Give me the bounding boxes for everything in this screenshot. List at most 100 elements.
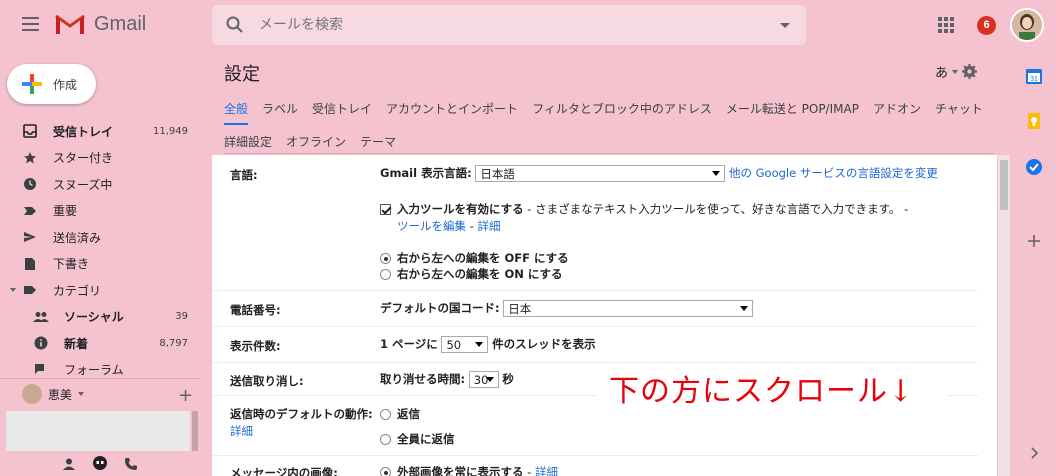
unread-count: 11,949 bbox=[153, 125, 188, 137]
page-size-suffix: 件のスレッドを表示 bbox=[492, 337, 596, 351]
images-radio[interactable] bbox=[380, 467, 391, 476]
settings-scrollbar[interactable] bbox=[998, 155, 1010, 476]
rtl-off-option[interactable]: 右から左への編集を OFF にする bbox=[380, 250, 569, 266]
tab-labels[interactable]: ラベル bbox=[262, 100, 298, 125]
account-avatar[interactable] bbox=[1010, 8, 1044, 42]
notification-badge[interactable]: 6 bbox=[977, 16, 996, 35]
select-arrow-icon bbox=[712, 171, 721, 176]
search-options-chevron-down-icon[interactable] bbox=[780, 23, 790, 28]
chevron-down-icon[interactable] bbox=[952, 69, 959, 74]
sidebar-item-label: 重要 bbox=[53, 204, 78, 219]
sidebar-nav: 受信トレイ 11,949 スター付き スヌーズ中 重要 送信済み 下書き カテゴ… bbox=[0, 118, 200, 383]
sidebar-item-inbox[interactable]: 受信トレイ 11,949 bbox=[0, 118, 200, 145]
sidebar-item-categories[interactable]: カテゴリ bbox=[0, 277, 200, 304]
compose-button[interactable]: 作成 bbox=[7, 64, 96, 104]
rtl-on-radio[interactable] bbox=[380, 269, 391, 280]
important-icon bbox=[22, 203, 38, 219]
sidebar-item-updates[interactable]: 新着 8,797 bbox=[0, 330, 200, 357]
person-icon[interactable] bbox=[62, 457, 76, 471]
scroll-thumb[interactable] bbox=[1000, 160, 1008, 210]
reply-all-label: 全員に返信 bbox=[397, 432, 455, 446]
input-tools-line: 入力ツールを有効にする - さまざまなテキスト入力ツールを使って、好きな言語で入… bbox=[380, 201, 908, 217]
details-link[interactable]: 詳細 bbox=[535, 465, 558, 476]
select-value: 50 bbox=[446, 338, 462, 352]
reply-option[interactable]: 返信 bbox=[380, 406, 420, 422]
main-menu-icon[interactable] bbox=[22, 17, 39, 31]
sidebar-item-label: スヌーズ中 bbox=[53, 177, 113, 192]
chevron-down-icon[interactable] bbox=[78, 392, 85, 396]
reply-label: 返信 bbox=[397, 407, 420, 421]
display-language-line: Gmail 表示言語: 日本語 他の Google サービスの言語設定を変更 bbox=[380, 165, 938, 182]
other-services-language-link[interactable]: 他の Google サービスの言語設定を変更 bbox=[729, 166, 938, 180]
sidebar-item-sent[interactable]: 送信済み bbox=[0, 224, 200, 251]
tab-chat[interactable]: チャット bbox=[935, 100, 983, 125]
title-controls: あ bbox=[935, 62, 978, 81]
country-code-select[interactable]: 日本 bbox=[503, 300, 754, 317]
reply-all-radio[interactable] bbox=[380, 434, 391, 445]
undo-send-select[interactable]: 30 bbox=[468, 371, 499, 388]
details-link[interactable]: 詳細 bbox=[230, 423, 253, 439]
gear-icon[interactable] bbox=[962, 64, 978, 79]
chevron-right-icon[interactable] bbox=[1025, 444, 1043, 462]
rtl-off-radio[interactable] bbox=[380, 253, 391, 264]
undo-send-suffix: 秒 bbox=[502, 372, 514, 386]
avatar bbox=[22, 384, 42, 404]
gmail-m-icon bbox=[55, 14, 85, 34]
tab-accounts-import[interactable]: アカウントとインポート bbox=[386, 100, 518, 125]
add-plus-icon[interactable] bbox=[1025, 232, 1043, 250]
gmail-logo[interactable]: Gmail bbox=[54, 12, 146, 36]
search-bar[interactable] bbox=[212, 5, 806, 45]
hangouts-footer bbox=[0, 452, 200, 476]
sidebar-item-label: 下書き bbox=[53, 257, 90, 272]
images-option[interactable]: 外部画像を常に表示する - 詳細 bbox=[380, 464, 558, 476]
sidebar-item-drafts[interactable]: 下書き bbox=[0, 251, 200, 278]
sidebar-item-label: 送信済み bbox=[53, 230, 102, 245]
rtl-on-option[interactable]: 右から左への編集を ON にする bbox=[380, 266, 563, 282]
add-chat-plus-icon[interactable]: + bbox=[178, 385, 193, 406]
inbox-icon bbox=[22, 123, 38, 139]
input-tools-label: 入力ツールを有効にする bbox=[397, 202, 524, 216]
sidebar-item-snoozed[interactable]: スヌーズ中 bbox=[0, 171, 200, 198]
expand-arrow-icon[interactable] bbox=[10, 288, 16, 293]
hangouts-user[interactable]: 恵美 bbox=[22, 384, 85, 404]
input-tools-checkbox[interactable] bbox=[380, 204, 391, 215]
details-link[interactable]: 詳細 bbox=[477, 219, 500, 233]
star-icon bbox=[22, 150, 38, 166]
keep-icon[interactable] bbox=[1025, 112, 1043, 130]
search-input[interactable] bbox=[259, 17, 759, 33]
reply-all-option[interactable]: 全員に返信 bbox=[380, 431, 455, 447]
calendar-icon[interactable]: 31 bbox=[1025, 67, 1043, 85]
edit-tools-link[interactable]: ツールを編集 bbox=[397, 219, 466, 233]
tab-forwarding-pop-imap[interactable]: メール転送と POP/IMAP bbox=[726, 100, 859, 125]
search-icon[interactable] bbox=[225, 15, 245, 35]
hangouts-user-name: 恵美 bbox=[48, 387, 73, 402]
tasks-icon[interactable] bbox=[1025, 158, 1043, 176]
sidebar-item-important[interactable]: 重要 bbox=[0, 198, 200, 225]
settings-panel: 言語: Gmail 表示言語: 日本語 他の Google サービスの言語設定を… bbox=[212, 155, 997, 476]
sidebar-item-label: ソーシャル bbox=[64, 310, 124, 325]
tab-inbox[interactable]: 受信トレイ bbox=[312, 100, 372, 125]
input-language-toggle[interactable]: あ bbox=[935, 62, 948, 81]
hangouts-scrollbar[interactable] bbox=[192, 411, 198, 451]
select-arrow-icon bbox=[475, 342, 484, 347]
setting-label: 言語: bbox=[230, 168, 258, 182]
select-value: 日本語 bbox=[480, 167, 515, 181]
people-icon bbox=[33, 309, 49, 325]
reply-radio[interactable] bbox=[380, 409, 391, 420]
phone-icon[interactable] bbox=[124, 457, 138, 471]
sidebar-item-starred[interactable]: スター付き bbox=[0, 145, 200, 172]
apps-grid-icon[interactable] bbox=[938, 17, 954, 33]
select-arrow-icon bbox=[740, 306, 749, 311]
hangouts-contact-list[interactable] bbox=[6, 411, 190, 451]
hangouts-icon[interactable] bbox=[92, 456, 108, 472]
tab-filters-blocked[interactable]: フィルタとブロック中のアドレス bbox=[532, 100, 712, 125]
page-size-prefix: 1 ページに bbox=[380, 337, 438, 351]
annotation-overlay: 下の方にスクロール↓ bbox=[597, 368, 947, 416]
images-label: 外部画像を常に表示する bbox=[397, 465, 524, 476]
display-language-select[interactable]: 日本語 bbox=[475, 165, 726, 182]
country-code-line: デフォルトの国コード: 日本 bbox=[380, 300, 754, 317]
tab-general[interactable]: 全般 bbox=[224, 100, 249, 125]
sidebar-item-social[interactable]: ソーシャル 39 bbox=[0, 304, 200, 331]
page-size-select[interactable]: 50 bbox=[441, 336, 489, 353]
tab-addons[interactable]: アドオン bbox=[873, 100, 921, 125]
